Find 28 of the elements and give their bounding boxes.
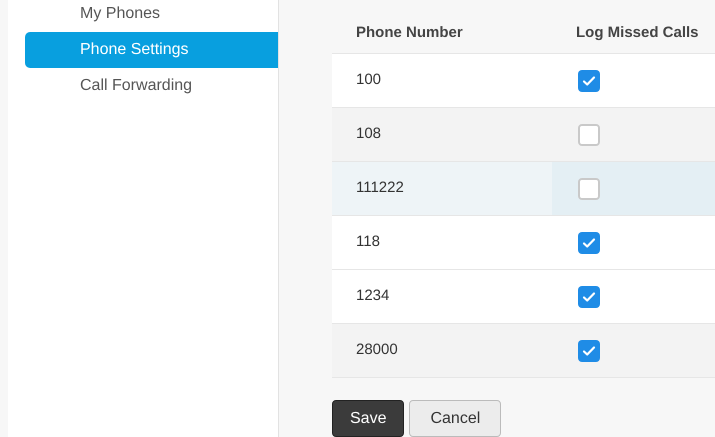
table-row[interactable]: 100: [332, 54, 715, 108]
sidebar-item[interactable]: Call Forwarding: [25, 68, 278, 104]
checkbox[interactable]: [578, 340, 600, 362]
table-row[interactable]: 111222: [332, 162, 715, 216]
table-cell-text: 118: [355, 232, 381, 252]
check-icon: [582, 344, 596, 358]
table-cell-text: 108: [355, 124, 382, 144]
column-header: Phone Number: [355, 23, 464, 44]
table-cell-text: 28000: [355, 340, 399, 360]
check-icon: [582, 290, 596, 304]
checkbox[interactable]: [578, 124, 600, 146]
checkbox[interactable]: [578, 232, 600, 254]
check-icon: [582, 236, 596, 250]
check-icon: [582, 74, 596, 88]
table-cell-text: 1234: [355, 286, 390, 306]
table-row[interactable]: 118: [332, 216, 715, 270]
table-row[interactable]: 28000: [332, 324, 715, 378]
checkbox[interactable]: [578, 178, 600, 200]
save-button[interactable]: Save: [332, 400, 404, 437]
checkbox[interactable]: [578, 286, 600, 308]
table-row[interactable]: 1234: [332, 270, 715, 324]
table-cell-text: 100: [355, 70, 382, 90]
table-row[interactable]: 108: [332, 108, 715, 162]
table-cell-text: 111222: [355, 178, 405, 198]
column-header: Log Missed Calls: [575, 23, 699, 44]
cancel-button[interactable]: Cancel: [409, 400, 502, 437]
checkbox[interactable]: [578, 70, 600, 92]
sidebar-item[interactable]: My Phones: [25, 0, 278, 32]
